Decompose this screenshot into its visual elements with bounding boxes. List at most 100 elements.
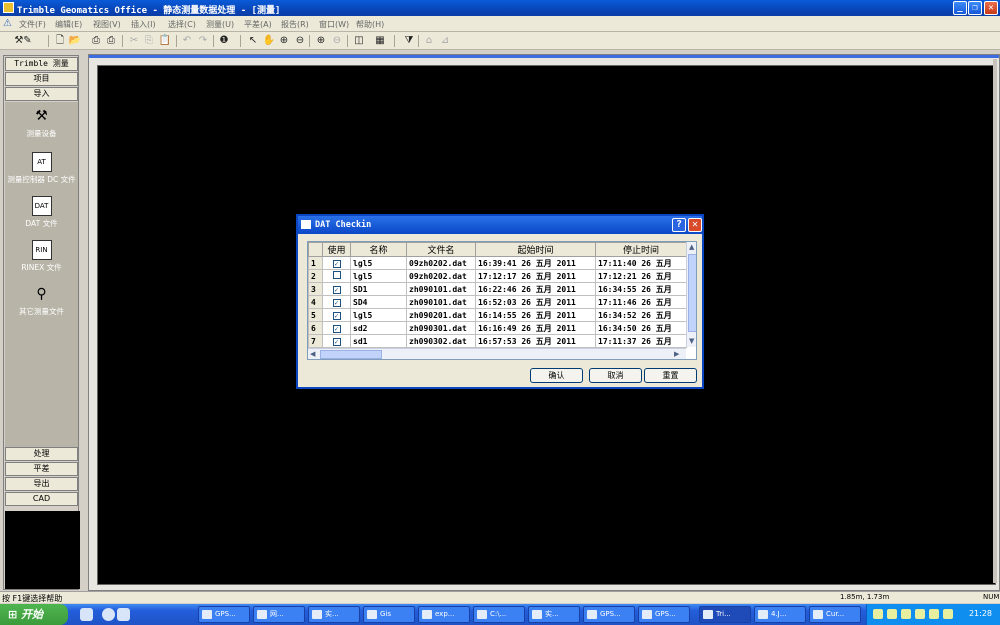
sidebar-process-button[interactable]: 处理 (5, 447, 78, 461)
pointer-icon[interactable]: ↖ (246, 34, 260, 48)
table-row[interactable]: 6 ✓ sd2 zh090301.dat 16:16:49 26 五月 2011… (308, 321, 687, 335)
column-header-file[interactable]: 文件名 (406, 242, 476, 257)
sidebar-cad-button[interactable]: CAD (5, 492, 78, 506)
table-row[interactable]: 3 ✓ SD1 zh090101.dat 16:22:46 26 五月 2011… (308, 282, 687, 296)
menu-adjust[interactable]: 平差(A) (244, 19, 272, 30)
cell-name[interactable]: sd1 (350, 334, 407, 348)
overview-map[interactable] (5, 511, 80, 589)
sidebar-item-other-file[interactable]: ⚲ 其它测量文件 (5, 284, 78, 317)
zoom-window-icon[interactable]: ⊖ (330, 34, 344, 48)
table-row[interactable]: 7 ✓ sd1 zh090302.dat 16:57:53 26 五月 2011… (308, 334, 687, 348)
grid-horizontal-scrollbar[interactable]: ◀ ▶ (308, 348, 686, 359)
minimize-button[interactable]: _ (953, 1, 967, 15)
zoom-in-icon[interactable]: ⊕ (277, 34, 291, 48)
sidebar-item-dat-file[interactable]: DAT DAT 文件 (5, 196, 78, 229)
use-checkbox[interactable]: ✓ (332, 311, 341, 320)
column-header-stop[interactable]: 停止时间 (595, 242, 687, 257)
column-header-name[interactable]: 名称 (350, 242, 407, 257)
menu-file[interactable]: 文件(F) (19, 19, 46, 30)
use-checkbox[interactable]: ✓ (332, 337, 341, 346)
scroll-down-icon[interactable]: ▼ (689, 337, 694, 345)
sidebar-title[interactable]: Trimble 测量 (5, 57, 78, 71)
network-icon[interactable]: ⌂ (422, 34, 436, 48)
ie-icon[interactable] (102, 608, 115, 621)
filter-icon[interactable]: ⧩ (402, 34, 416, 48)
print-icon[interactable]: ⎙ (89, 34, 103, 48)
cell-name[interactable]: lgl5 (350, 308, 407, 322)
volume-icon[interactable] (915, 609, 925, 619)
layout-icon[interactable]: ◫ (352, 34, 366, 48)
cut-icon[interactable]: ✂ (127, 34, 141, 48)
task-button[interactable]: 网... (253, 606, 305, 623)
scroll-thumb[interactable] (688, 254, 696, 332)
use-checkbox[interactable]: ✓ (332, 298, 341, 307)
task-button[interactable]: 实... (528, 606, 580, 623)
scroll-right-icon[interactable]: ▶ (674, 350, 679, 358)
paste-icon[interactable]: 📋 (158, 34, 172, 48)
open-icon[interactable]: 📂 (68, 34, 82, 48)
sidebar-project-button[interactable]: 项目 (5, 72, 78, 86)
redo-icon[interactable]: ↷ (196, 34, 210, 48)
sidebar-import-button[interactable]: 导入 (5, 87, 78, 101)
use-checkbox[interactable] (332, 271, 341, 279)
survey-icon[interactable]: ⚒✎ (10, 34, 36, 48)
task-button[interactable]: exp... (418, 606, 470, 623)
cell-name[interactable]: lgl5 (350, 269, 407, 283)
grid-vertical-scrollbar[interactable]: ▲ ▼ (686, 242, 696, 347)
grid-icon[interactable]: ▦ (373, 34, 387, 48)
column-header-start[interactable]: 起始时间 (475, 242, 596, 257)
menu-window[interactable]: 窗口(W) (319, 19, 349, 30)
cell-name[interactable]: lgl5 (350, 256, 407, 270)
cell-name[interactable]: SD1 (350, 282, 407, 296)
new-icon[interactable]: 🗋 (53, 34, 67, 48)
task-button[interactable]: Cur... (809, 606, 861, 623)
scroll-up-icon[interactable]: ▲ (689, 243, 694, 251)
menu-report[interactable]: 报告(R) (281, 19, 309, 30)
zoom-out-icon[interactable]: ⊖ (293, 34, 307, 48)
battery-icon[interactable] (887, 609, 897, 619)
cell-name[interactable]: SD4 (350, 295, 407, 309)
print-preview-icon[interactable]: ⎙ (104, 34, 118, 48)
pan-icon[interactable]: ✋ (262, 34, 276, 48)
task-button[interactable]: GPS... (638, 606, 690, 623)
menu-select[interactable]: 选择(C) (168, 19, 196, 30)
task-button[interactable]: 实... (308, 606, 360, 623)
sidebar-item-rinex-file[interactable]: RIN RINEX 文件 (5, 240, 78, 273)
security-icon[interactable] (943, 609, 953, 619)
restore-button[interactable]: ❐ (968, 1, 982, 15)
scroll-left-icon[interactable]: ◀ (310, 350, 315, 358)
task-button-active[interactable]: Tri... (699, 606, 751, 623)
table-row[interactable]: 1 ✓ lgl5 09zh0202.dat 16:39:41 26 五月 201… (308, 256, 687, 270)
menu-help[interactable]: 帮助(H) (356, 19, 384, 30)
table-row[interactable]: 4 ✓ SD4 zh090101.dat 16:52:03 26 五月 2011… (308, 295, 687, 309)
reset-button[interactable]: 重置 (644, 368, 697, 383)
zoom-extents-icon[interactable]: ⊕ (314, 34, 328, 48)
help-button[interactable]: ? (672, 218, 686, 232)
loop-icon[interactable]: ⊿ (438, 34, 452, 48)
copy-icon[interactable]: ⎘ (142, 34, 156, 48)
use-checkbox[interactable]: ✓ (332, 285, 341, 294)
use-checkbox[interactable]: ✓ (332, 324, 341, 333)
menu-insert[interactable]: 插入(I) (131, 19, 156, 30)
sidebar-item-dc-file[interactable]: AT 测量控制器 DC 文件 (5, 152, 78, 185)
cancel-button[interactable]: 取消 (589, 368, 642, 383)
task-button[interactable]: GPS... (583, 606, 635, 623)
app-tray-icon[interactable] (929, 609, 939, 619)
info-icon[interactable]: ❶ (217, 34, 231, 48)
task-button[interactable]: Gis (363, 606, 415, 623)
menu-view[interactable]: 视图(V) (93, 19, 121, 30)
task-button[interactable]: GPS... (198, 606, 250, 623)
ok-button[interactable]: 确认 (530, 368, 583, 383)
start-button[interactable]: ⊞ 开始 (0, 604, 68, 625)
sidebar-adjust-button[interactable]: 平差 (5, 462, 78, 476)
vertical-scrollbar[interactable] (993, 59, 997, 583)
explorer-icon[interactable] (117, 608, 130, 621)
task-button[interactable]: 4.J... (754, 606, 806, 623)
show-desktop-icon[interactable] (80, 608, 93, 621)
task-button[interactable]: C:\... (473, 606, 525, 623)
table-row[interactable]: 2 lgl5 09zh0202.dat 17:12:17 26 五月 2011 … (308, 269, 687, 283)
sidebar-item-survey-device[interactable]: ⚒ 测量设备 (5, 106, 78, 139)
use-checkbox[interactable]: ✓ (332, 259, 341, 268)
close-button[interactable]: ✕ (984, 1, 998, 15)
table-row[interactable]: 5 ✓ lgl5 zh090201.dat 16:14:55 26 五月 201… (308, 308, 687, 322)
